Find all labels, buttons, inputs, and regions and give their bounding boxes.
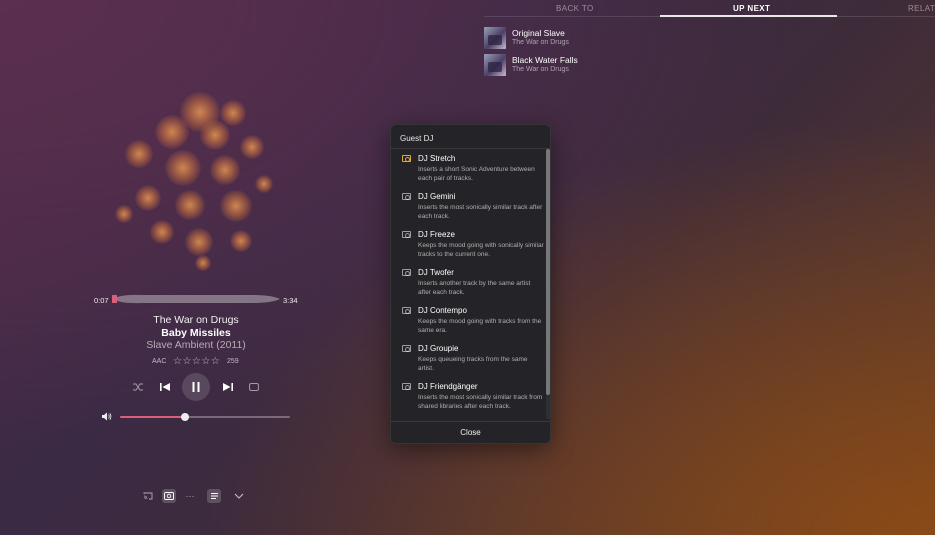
album-thumbnail bbox=[484, 26, 506, 49]
dj-option-stretch[interactable]: DJ Stretch Inserts a short Sonic Adventu… bbox=[391, 151, 544, 189]
play-count: 259 bbox=[227, 358, 239, 365]
dj-icon bbox=[164, 492, 174, 500]
collapse-button[interactable] bbox=[232, 489, 246, 503]
next-icon bbox=[223, 383, 233, 391]
dialog-scrollbar[interactable] bbox=[546, 149, 550, 419]
dj-description: Keeps queueing tracks from the same arti… bbox=[418, 356, 528, 372]
track-info: The War on Drugs Baby Missiles Slave Amb… bbox=[95, 314, 297, 352]
shuffle-button[interactable] bbox=[131, 380, 145, 394]
dj-icon bbox=[402, 155, 411, 162]
queue-item-title: Black Water Falls bbox=[512, 55, 578, 65]
dj-description: Inserts the most sonically similar track… bbox=[418, 204, 543, 220]
previous-button[interactable] bbox=[157, 380, 173, 394]
queue-item-artist: The War on Drugs bbox=[512, 66, 569, 73]
dj-description: Keeps the mood going with sonically simi… bbox=[418, 242, 544, 258]
dj-name: DJ Gemini bbox=[418, 192, 456, 201]
progress-fill bbox=[112, 295, 118, 303]
queue-item-artist: The War on Drugs bbox=[512, 39, 569, 46]
queue-tabs: BACK TO UP NEXT RELATE bbox=[484, 0, 935, 17]
next-button[interactable] bbox=[220, 380, 236, 394]
queue-item[interactable]: Original Slave The War on Drugs bbox=[484, 24, 578, 51]
active-tab-indicator bbox=[660, 15, 837, 17]
elapsed-time: 0:07 bbox=[94, 296, 109, 305]
dj-name: DJ Groupie bbox=[418, 344, 459, 353]
album-name[interactable]: Slave Ambient (2011) bbox=[95, 339, 297, 352]
cast-icon bbox=[143, 492, 153, 500]
dj-icon bbox=[402, 345, 411, 352]
dj-option-freeze[interactable]: DJ Freeze Keeps the mood going with soni… bbox=[391, 227, 544, 265]
dialog-title: Guest DJ bbox=[400, 134, 434, 143]
volume-knob[interactable] bbox=[180, 413, 189, 421]
album-artwork bbox=[95, 80, 295, 280]
dj-icon bbox=[402, 231, 411, 238]
dj-option-groupie[interactable]: DJ Groupie Keeps queueing tracks from th… bbox=[391, 341, 544, 379]
scrollbar-thumb[interactable] bbox=[546, 149, 550, 395]
dj-option-contempo[interactable]: DJ Contempo Keeps the mood going with tr… bbox=[391, 303, 544, 341]
dj-description: Inserts another track by the same artist… bbox=[418, 280, 531, 296]
repeat-icon bbox=[249, 383, 259, 391]
queue-button[interactable] bbox=[207, 489, 221, 503]
track-meta: AAC ☆☆☆☆☆ 259 bbox=[95, 356, 297, 368]
queue-item[interactable]: Black Water Falls The War on Drugs bbox=[484, 51, 578, 78]
dj-description: Inserts the most sonically similar track… bbox=[418, 394, 543, 410]
queue-item-title: Original Slave bbox=[512, 28, 565, 38]
dj-description: Inserts a short Sonic Adventure between … bbox=[418, 166, 535, 182]
dj-option-gemini[interactable]: DJ Gemini Inserts the most sonically sim… bbox=[391, 189, 544, 227]
volume-slider[interactable] bbox=[120, 413, 290, 421]
guest-dj-dialog: Guest DJ DJ Stretch Inserts a short Soni… bbox=[390, 124, 551, 444]
shuffle-icon bbox=[133, 383, 143, 391]
dj-option-friendganger[interactable]: DJ Friendgänger Inserts the most sonical… bbox=[391, 379, 544, 417]
dj-option-twofer[interactable]: DJ Twofer Inserts another track by the s… bbox=[391, 265, 544, 303]
repeat-button[interactable] bbox=[247, 380, 261, 394]
dj-name: DJ Freeze bbox=[418, 230, 455, 239]
chevron-down-icon bbox=[234, 493, 244, 499]
artist-name[interactable]: The War on Drugs bbox=[95, 314, 297, 327]
speaker-icon[interactable] bbox=[102, 412, 112, 421]
volume-control bbox=[100, 410, 292, 424]
tab-related[interactable]: RELATE bbox=[908, 4, 935, 13]
dj-name: DJ Friendgänger bbox=[418, 382, 478, 391]
dj-name: DJ Stretch bbox=[418, 154, 456, 163]
cast-button[interactable] bbox=[141, 489, 155, 503]
progress-bar[interactable]: 0:07 3:34 bbox=[94, 292, 300, 308]
dj-name: DJ Contempo bbox=[418, 306, 467, 315]
dj-icon bbox=[402, 383, 411, 390]
dj-list: DJ Stretch Inserts a short Sonic Adventu… bbox=[391, 151, 544, 421]
volume-fill bbox=[120, 416, 185, 418]
divider bbox=[391, 148, 550, 149]
tab-up-next[interactable]: UP NEXT bbox=[733, 4, 770, 13]
close-button[interactable]: Close bbox=[391, 422, 550, 443]
ellipsis-icon: ··· bbox=[185, 491, 195, 501]
dj-name: DJ Twofer bbox=[418, 268, 454, 277]
tab-back-to[interactable]: BACK TO bbox=[556, 4, 594, 13]
dj-icon bbox=[402, 193, 411, 200]
star-rating[interactable]: ☆☆☆☆☆ bbox=[173, 356, 220, 367]
guest-dj-button[interactable] bbox=[162, 489, 176, 503]
song-title: Baby Missiles bbox=[161, 327, 231, 339]
up-next-list: Original Slave The War on Drugs Black Wa… bbox=[484, 24, 578, 78]
waveform-scrubber[interactable] bbox=[112, 294, 280, 304]
previous-icon bbox=[160, 383, 170, 391]
queue-icon bbox=[210, 493, 218, 499]
pause-icon bbox=[192, 382, 200, 392]
format-badge: AAC bbox=[152, 358, 167, 365]
dj-icon bbox=[402, 307, 411, 314]
dj-icon bbox=[402, 269, 411, 276]
dj-description: Keeps the mood going with tracks from th… bbox=[418, 318, 542, 334]
pause-button[interactable] bbox=[182, 373, 210, 401]
more-button[interactable]: ··· bbox=[183, 489, 197, 503]
album-thumbnail bbox=[484, 53, 506, 76]
duration-time: 3:34 bbox=[283, 296, 298, 305]
